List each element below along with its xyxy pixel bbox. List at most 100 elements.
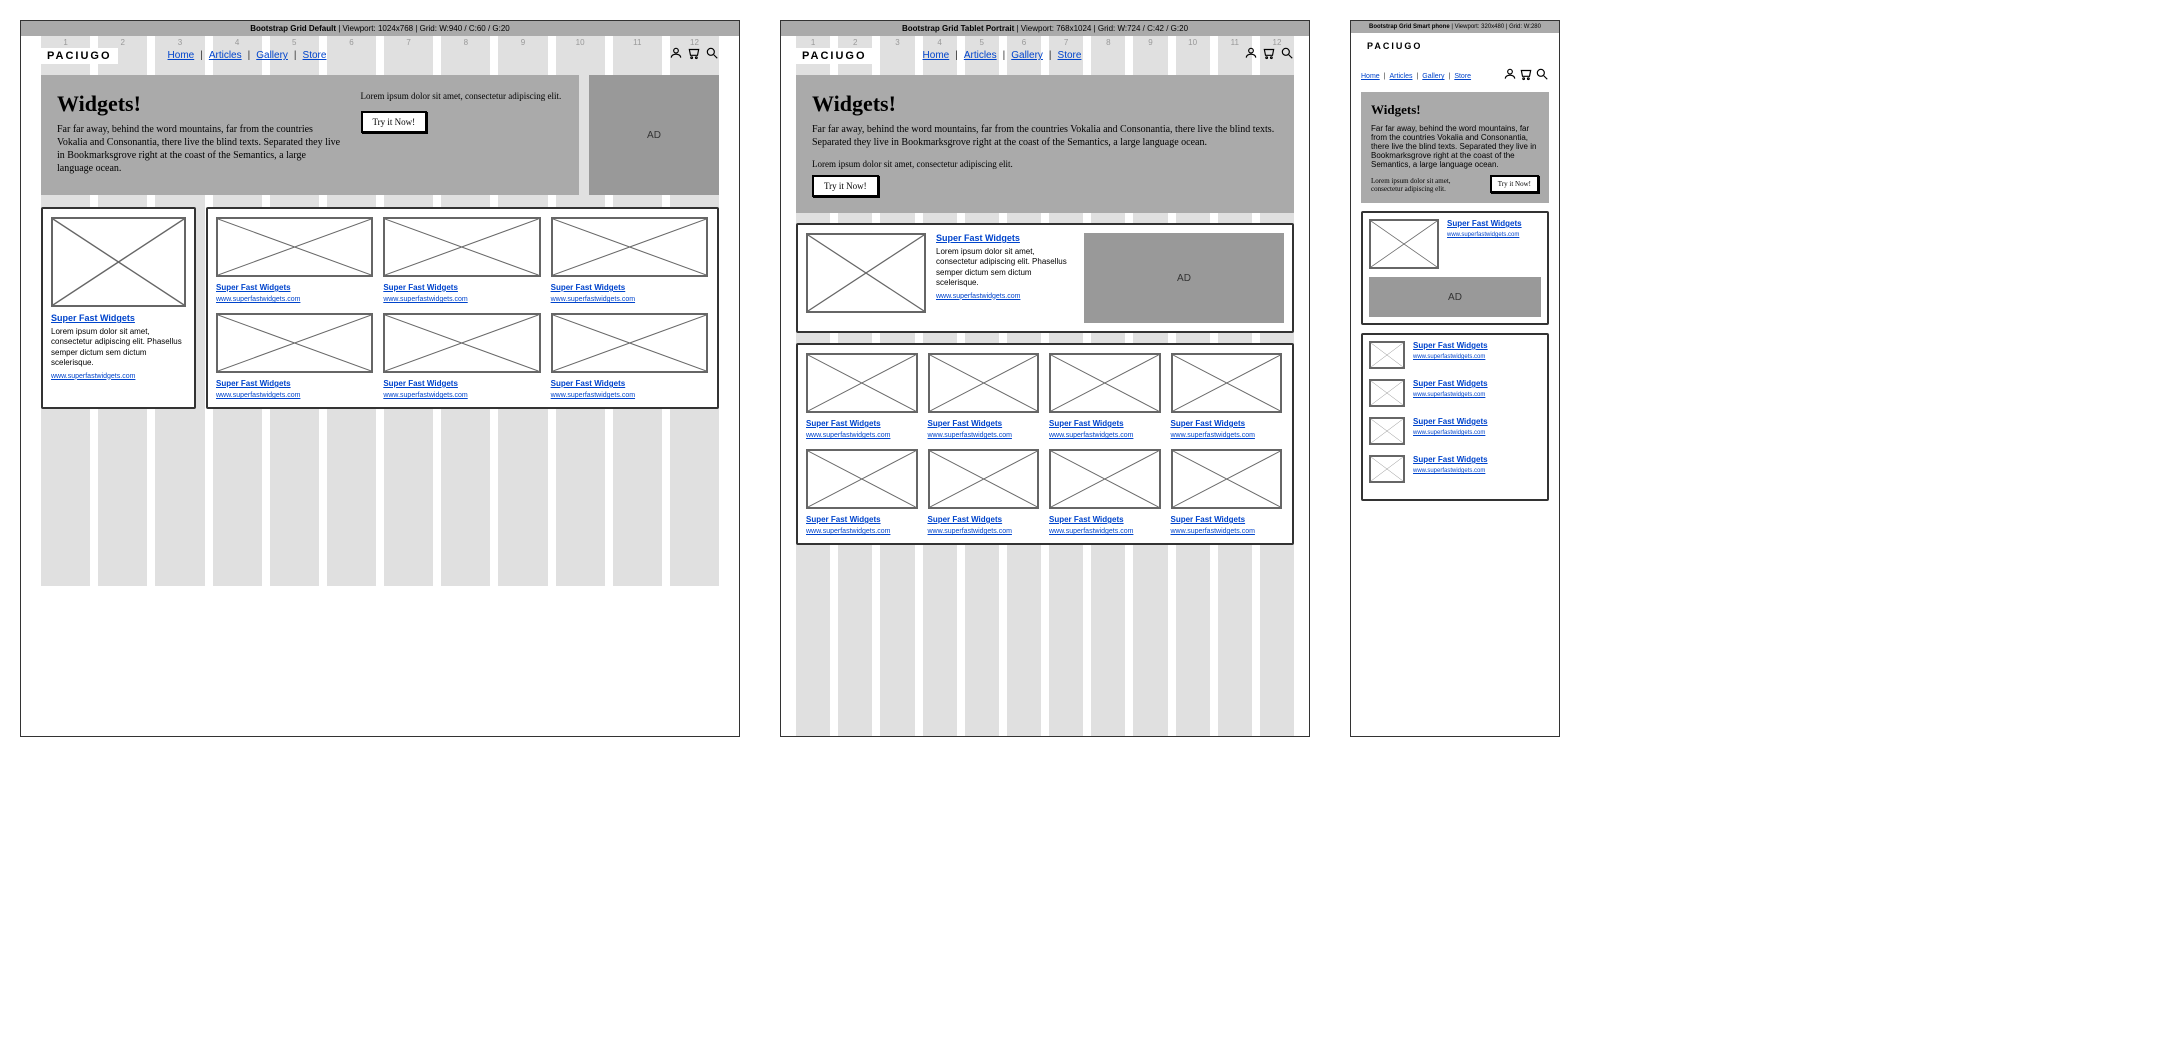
list-card: Super Fast Widgets www.superfastwidgets.c… bbox=[1361, 333, 1549, 501]
nav-gallery[interactable]: Gallery bbox=[256, 50, 288, 61]
nav-store[interactable]: Store bbox=[303, 50, 327, 61]
grid-item: Super Fast Widgets www.superfastwidgets.c… bbox=[551, 217, 708, 303]
item-url-link[interactable]: www.superfastwidgets.com bbox=[1413, 354, 1488, 360]
nav-articles[interactable]: Articles bbox=[964, 50, 997, 61]
ad-slot[interactable]: AD bbox=[589, 75, 719, 195]
mobile-titlebar: Bootstrap Grid Smart phone | Viewport: 3… bbox=[1351, 21, 1559, 33]
cta-button[interactable]: Try it Now! bbox=[1490, 175, 1539, 193]
hero-side-text: Lorem ipsum dolor sit amet, consectetur … bbox=[361, 91, 564, 101]
grid-item: Super Fast Widgets www.superfastwidgets.c… bbox=[928, 449, 1040, 535]
placeholder-image bbox=[216, 313, 373, 373]
item-title-link[interactable]: Super Fast Widgets bbox=[1413, 341, 1488, 350]
user-icon[interactable] bbox=[1244, 46, 1258, 65]
placeholder-image bbox=[1369, 341, 1405, 369]
item-title-link[interactable]: Super Fast Widgets bbox=[216, 379, 373, 388]
item-url-link[interactable]: www.superfastwidgets.com bbox=[383, 392, 540, 399]
hero-banner: Widgets! Far far away, behind the word m… bbox=[1361, 92, 1549, 203]
item-title-link[interactable]: Super Fast Widgets bbox=[551, 379, 708, 388]
item-title-link[interactable]: Super Fast Widgets bbox=[1413, 455, 1488, 464]
item-url-link[interactable]: www.superfastwidgets.com bbox=[216, 296, 373, 303]
nav-articles[interactable]: Articles bbox=[1390, 73, 1413, 80]
list-item: Super Fast Widgets www.superfastwidgets.c… bbox=[1369, 455, 1541, 483]
list-item: Super Fast Widgets www.superfastwidgets.c… bbox=[1369, 417, 1541, 445]
user-icon[interactable] bbox=[669, 46, 683, 65]
item-url-link[interactable]: www.superfastwidgets.com bbox=[1171, 528, 1283, 535]
item-url-link[interactable]: www.superfastwidgets.com bbox=[1447, 232, 1541, 238]
item-title-link[interactable]: Super Fast Widgets bbox=[216, 283, 373, 292]
item-url-link[interactable]: www.superfastwidgets.com bbox=[806, 528, 918, 535]
cart-icon[interactable] bbox=[687, 46, 701, 65]
nav-links: Home| Articles| Gallery| Store bbox=[923, 50, 1082, 61]
item-url-link[interactable]: www.superfastwidgets.com bbox=[1049, 528, 1161, 535]
logo: PACIUGO bbox=[796, 48, 873, 64]
nav-home[interactable]: Home bbox=[923, 50, 950, 61]
nav-store[interactable]: Store bbox=[1454, 73, 1471, 80]
nav-articles[interactable]: Articles bbox=[209, 50, 242, 61]
placeholder-image bbox=[1369, 379, 1405, 407]
item-url-link[interactable]: www.superfastwidgets.com bbox=[928, 432, 1040, 439]
item-url-link[interactable]: www.superfastwidgets.com bbox=[216, 392, 373, 399]
cta-button[interactable]: Try it Now! bbox=[812, 175, 879, 197]
grid-item: Super Fast Widgets www.superfastwidgets.c… bbox=[1171, 449, 1283, 535]
item-url-link[interactable]: www.superfastwidgets.com bbox=[928, 528, 1040, 535]
item-title-link[interactable]: Super Fast Widgets bbox=[1049, 515, 1161, 524]
item-desc: Lorem ipsum dolor sit amet, consectetur … bbox=[51, 327, 186, 369]
ad-slot[interactable]: AD bbox=[1084, 233, 1284, 323]
user-icon[interactable] bbox=[1503, 67, 1517, 86]
grid-item: Super Fast Widgets www.superfastwidgets.c… bbox=[928, 353, 1040, 439]
item-title-link[interactable]: Super Fast Widgets bbox=[383, 379, 540, 388]
item-url-link[interactable]: www.superfastwidgets.com bbox=[1413, 392, 1488, 398]
item-title-link[interactable]: Super Fast Widgets bbox=[1447, 219, 1541, 228]
cart-icon[interactable] bbox=[1262, 46, 1276, 65]
item-url-link[interactable]: www.superfastwidgets.com bbox=[1413, 468, 1488, 474]
item-url-link[interactable]: www.superfastwidgets.com bbox=[1413, 430, 1488, 436]
logo: PACIUGO bbox=[41, 48, 118, 64]
grid-item: Super Fast Widgets www.superfastwidgets.c… bbox=[216, 313, 373, 399]
item-url-link[interactable]: www.superfastwidgets.com bbox=[1171, 432, 1283, 439]
placeholder-image bbox=[1171, 449, 1283, 509]
hero-side-text: Lorem ipsum dolor sit amet, consectetur … bbox=[1371, 177, 1484, 193]
mobile-frame: Bootstrap Grid Smart phone | Viewport: 3… bbox=[1350, 20, 1560, 737]
item-title-link[interactable]: Super Fast Widgets bbox=[1171, 419, 1283, 428]
grid-card: Super Fast Widgets www.superfastwidgets.c… bbox=[796, 343, 1294, 545]
search-icon[interactable] bbox=[705, 46, 719, 65]
item-title-link[interactable]: Super Fast Widgets bbox=[51, 313, 186, 323]
item-url-link[interactable]: www.superfastwidgets.com bbox=[936, 293, 1074, 300]
cta-button[interactable]: Try it Now! bbox=[361, 111, 428, 133]
search-icon[interactable] bbox=[1280, 46, 1294, 65]
nav-gallery[interactable]: Gallery bbox=[1011, 50, 1043, 61]
hero-title: Widgets! bbox=[1371, 102, 1539, 118]
item-title-link[interactable]: Super Fast Widgets bbox=[936, 233, 1074, 243]
nav-bar: PACIUGO Home| Articles| Gallery| Store bbox=[41, 36, 719, 75]
item-title-link[interactable]: Super Fast Widgets bbox=[1049, 419, 1161, 428]
item-title-link[interactable]: Super Fast Widgets bbox=[806, 419, 918, 428]
nav-gallery[interactable]: Gallery bbox=[1422, 73, 1444, 80]
item-url-link[interactable]: www.superfastwidgets.com bbox=[806, 432, 918, 439]
item-url-link[interactable]: www.superfastwidgets.com bbox=[51, 373, 186, 380]
ad-slot[interactable]: AD bbox=[1369, 277, 1541, 317]
hero-banner: Widgets! Far far away, behind the word m… bbox=[796, 75, 1294, 213]
item-title-link[interactable]: Super Fast Widgets bbox=[928, 515, 1040, 524]
placeholder-image bbox=[383, 313, 540, 373]
item-url-link[interactable]: www.superfastwidgets.com bbox=[383, 296, 540, 303]
item-title-link[interactable]: Super Fast Widgets bbox=[806, 515, 918, 524]
nav-home[interactable]: Home bbox=[168, 50, 195, 61]
item-url-link[interactable]: www.superfastwidgets.com bbox=[551, 296, 708, 303]
nav-store[interactable]: Store bbox=[1058, 50, 1082, 61]
grid-item: Super Fast Widgets www.superfastwidgets.c… bbox=[216, 217, 373, 303]
item-title-link[interactable]: Super Fast Widgets bbox=[1413, 379, 1488, 388]
item-url-link[interactable]: www.superfastwidgets.com bbox=[1049, 432, 1161, 439]
desktop-frame: Bootstrap Grid Default | Viewport: 1024x… bbox=[20, 20, 740, 737]
item-title-link[interactable]: Super Fast Widgets bbox=[928, 419, 1040, 428]
desktop-titlebar: Bootstrap Grid Default | Viewport: 1024x… bbox=[21, 21, 739, 36]
cart-icon[interactable] bbox=[1519, 67, 1533, 86]
nav-home[interactable]: Home bbox=[1361, 73, 1380, 80]
item-url-link[interactable]: www.superfastwidgets.com bbox=[551, 392, 708, 399]
search-icon[interactable] bbox=[1535, 67, 1549, 86]
item-title-link[interactable]: Super Fast Widgets bbox=[551, 283, 708, 292]
item-title-link[interactable]: Super Fast Widgets bbox=[1413, 417, 1488, 426]
item-title-link[interactable]: Super Fast Widgets bbox=[383, 283, 540, 292]
placeholder-image bbox=[1369, 417, 1405, 445]
grid-item: Super Fast Widgets www.superfastwidgets.c… bbox=[1049, 353, 1161, 439]
item-title-link[interactable]: Super Fast Widgets bbox=[1171, 515, 1283, 524]
